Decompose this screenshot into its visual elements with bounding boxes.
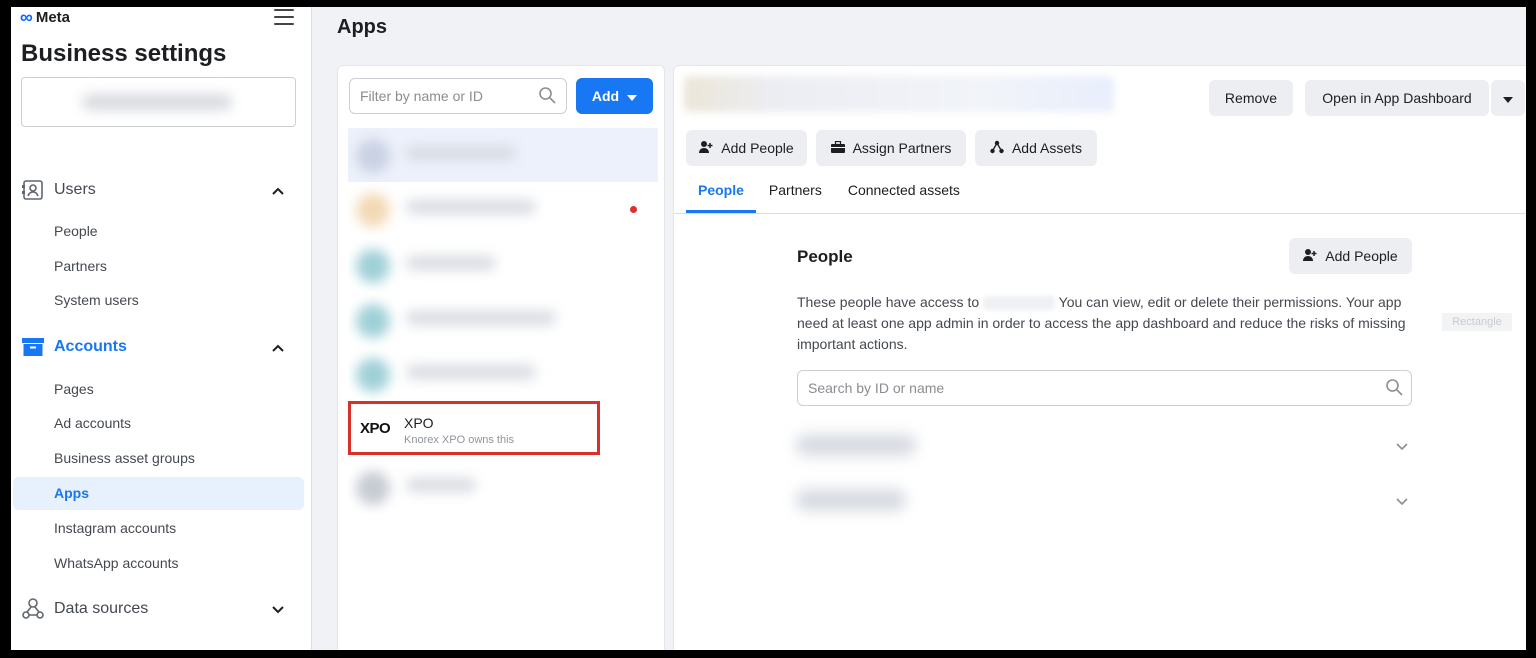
sidebar-section-label: Users xyxy=(54,181,96,198)
app-item-xpo[interactable]: XPO XPO Knorex XPO owns this xyxy=(348,401,600,455)
assign-partners-button[interactable]: Assign Partners xyxy=(816,130,966,166)
add-person-icon xyxy=(1303,248,1317,265)
open-app-dashboard-button[interactable]: Open in App Dashboard xyxy=(1305,80,1489,116)
app-list-panel: Filter by name or ID Add XPO XPO Knorex … xyxy=(337,65,665,650)
open-dashboard-label: Open in App Dashboard xyxy=(1322,90,1472,106)
list-item[interactable] xyxy=(348,460,658,514)
list-item[interactable] xyxy=(348,293,658,347)
list-item[interactable] xyxy=(348,182,658,236)
app-name: XPO xyxy=(404,415,434,431)
app-owner: Knorex XPO owns this xyxy=(404,434,515,446)
search-placeholder: Search by ID or name xyxy=(808,380,945,396)
caret-down-icon xyxy=(1503,90,1513,106)
overlay-tag: Rectangle xyxy=(1442,313,1512,331)
sidebar-item-business-asset-groups[interactable]: Business asset groups xyxy=(13,442,304,475)
remove-label: Remove xyxy=(1224,90,1278,106)
chevron-up-icon xyxy=(272,339,284,357)
caret-down-icon xyxy=(627,88,638,104)
app-header xyxy=(684,76,1114,112)
people-section-title: People xyxy=(797,247,853,266)
add-button-label: Add xyxy=(591,88,620,104)
menu-icon[interactable] xyxy=(274,9,294,25)
filter-input[interactable]: Filter by name or ID xyxy=(349,78,567,114)
sidebar-item-apps[interactable]: Apps xyxy=(13,477,304,510)
meta-logo[interactable]: ∞ Meta xyxy=(20,8,70,26)
sidebar-item-people[interactable]: People xyxy=(13,215,304,248)
sidebar-section-label: Accounts xyxy=(54,338,127,355)
apps-heading: Apps xyxy=(337,16,387,38)
add-people-label: Add People xyxy=(721,140,794,156)
list-item[interactable] xyxy=(348,238,658,292)
list-item[interactable] xyxy=(348,347,658,401)
more-options-button[interactable] xyxy=(1491,80,1525,116)
person-row[interactable] xyxy=(786,422,1416,468)
sidebar-item-whatsapp-accounts[interactable]: WhatsApp accounts xyxy=(13,547,304,580)
list-item[interactable] xyxy=(348,128,658,182)
person-row[interactable] xyxy=(786,477,1416,523)
sidebar-section-users[interactable]: Users xyxy=(21,175,296,205)
search-icon xyxy=(538,86,558,107)
chevron-down-icon xyxy=(272,601,284,619)
meta-wordmark: Meta xyxy=(35,8,71,26)
users-icon xyxy=(21,178,45,202)
chevron-down-icon xyxy=(1396,493,1408,511)
tab-divider xyxy=(674,213,1526,214)
business-picker[interactable] xyxy=(21,77,296,127)
sidebar-item-ad-accounts[interactable]: Ad accounts xyxy=(13,407,304,440)
notification-dot xyxy=(630,206,637,213)
assign-partners-label: Assign Partners xyxy=(852,140,952,156)
sidebar-item-partners[interactable]: Partners xyxy=(13,250,304,283)
tab-partners[interactable]: Partners xyxy=(756,180,835,213)
add-person-icon xyxy=(699,140,713,157)
page-title: Business settings xyxy=(21,40,227,67)
remove-button[interactable]: Remove xyxy=(1209,80,1293,116)
sidebar-item-pages[interactable]: Pages xyxy=(13,373,304,406)
people-search-input[interactable]: Search by ID or name xyxy=(797,370,1412,406)
detail-tabs: People Partners Connected assets xyxy=(686,180,973,213)
chevron-down-icon xyxy=(1396,438,1408,456)
app-detail-panel: Remove Open in App Dashboard Add People … xyxy=(673,65,1526,650)
sidebar-section-data-sources[interactable]: Data sources xyxy=(21,594,296,624)
sidebar-item-instagram-accounts[interactable]: Instagram accounts xyxy=(13,512,304,545)
search-icon xyxy=(1385,378,1403,399)
add-people-action-button[interactable]: Add People xyxy=(686,130,807,166)
add-button[interactable]: Add xyxy=(576,78,653,114)
filter-placeholder: Filter by name or ID xyxy=(360,88,483,104)
archive-box-icon xyxy=(21,335,45,359)
tab-people[interactable]: People xyxy=(686,180,756,213)
sidebar: ∞ Meta Business settings Users People Pa… xyxy=(11,7,312,650)
sidebar-section-accounts[interactable]: Accounts xyxy=(21,332,296,362)
business-settings-window: ∞ Meta Business settings Users People Pa… xyxy=(11,7,1526,650)
add-assets-button[interactable]: Add Assets xyxy=(975,130,1097,166)
tab-connected-assets[interactable]: Connected assets xyxy=(835,180,973,213)
xpo-logo: XPO xyxy=(360,420,391,437)
data-sources-icon xyxy=(21,597,45,621)
add-assets-label: Add Assets xyxy=(1011,140,1083,156)
add-people-label: Add People xyxy=(1325,248,1398,264)
sidebar-section-label: Data sources xyxy=(54,600,149,617)
assets-icon xyxy=(990,140,1004,157)
add-people-button[interactable]: Add People xyxy=(1289,238,1412,274)
meta-infinity-icon: ∞ xyxy=(20,7,33,27)
chevron-up-icon xyxy=(272,182,284,200)
people-description: These people have access to You can view… xyxy=(797,294,1406,352)
briefcase-icon xyxy=(830,140,845,156)
sidebar-item-system-users[interactable]: System users xyxy=(13,284,304,317)
